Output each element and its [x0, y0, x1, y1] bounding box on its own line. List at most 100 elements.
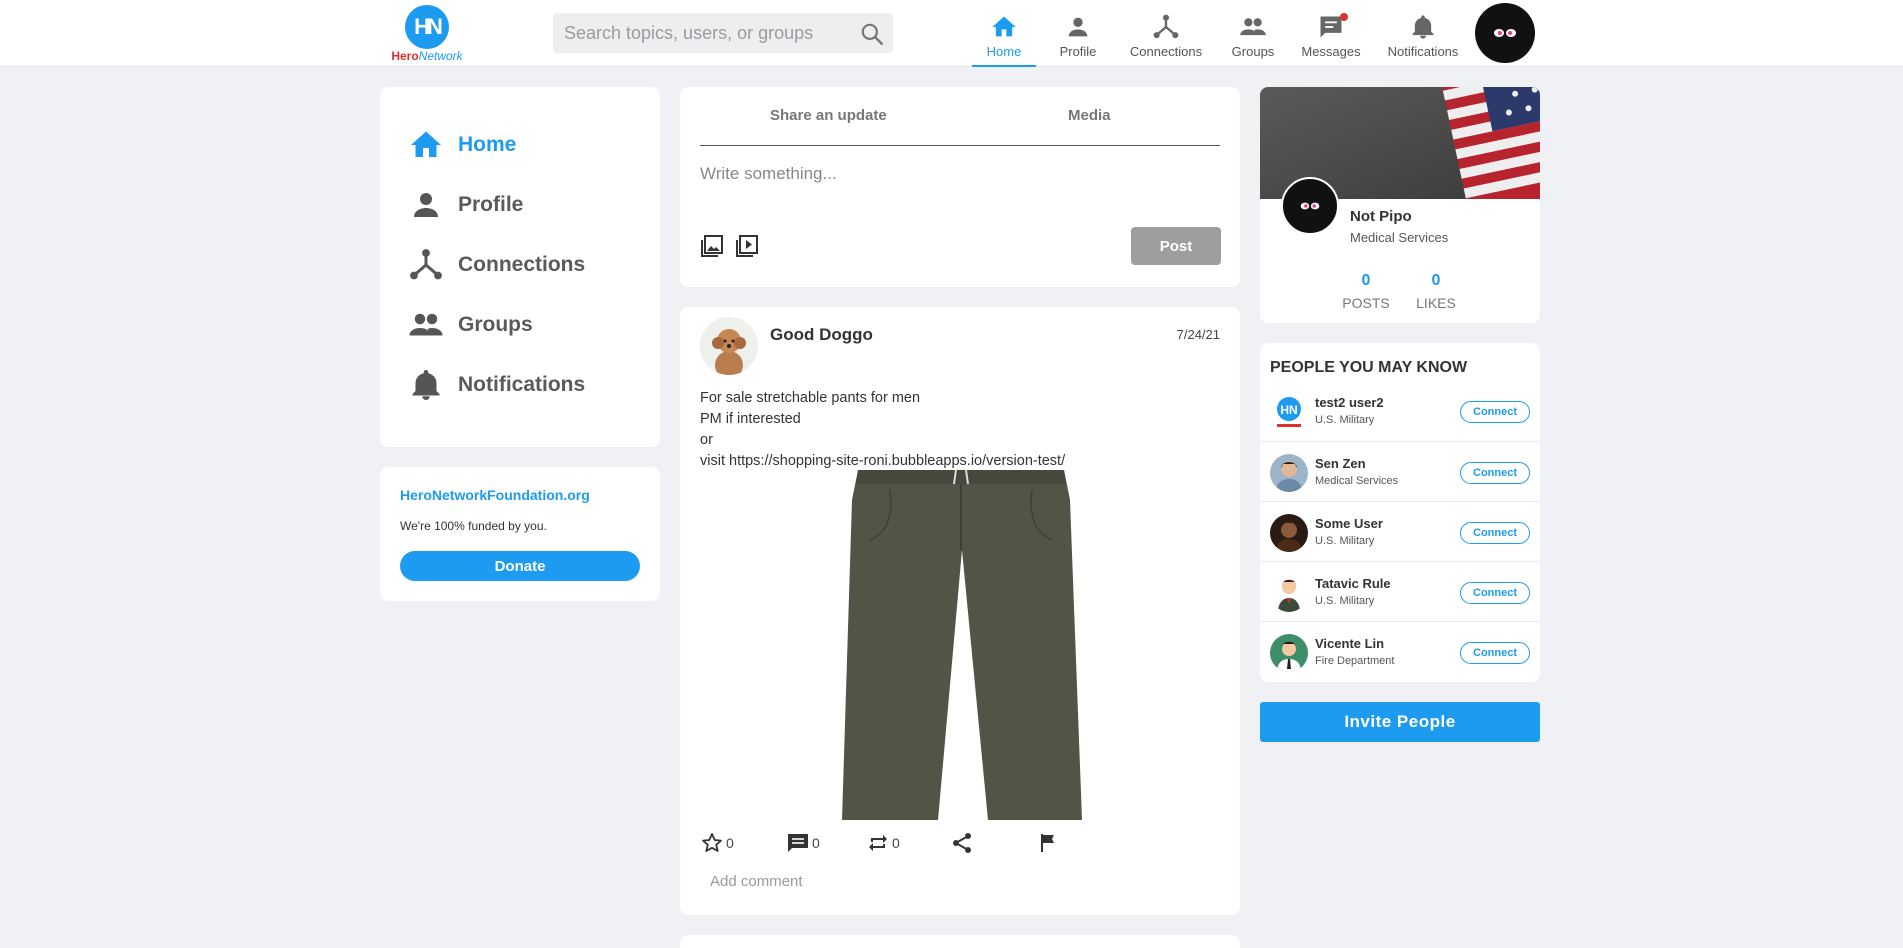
connections-icon — [410, 249, 442, 280]
avatar[interactable] — [1270, 514, 1308, 552]
list-item: Vicente Lin Fire Department Connect — [1260, 621, 1540, 681]
person-name[interactable]: Sen Zen — [1315, 456, 1366, 471]
connect-button[interactable]: Connect — [1460, 462, 1530, 484]
comment-action[interactable]: 0 — [786, 830, 820, 856]
user-avatar[interactable] — [1475, 3, 1535, 63]
list-item: Tatavic Rule U.S. Military Connect — [1260, 561, 1540, 621]
sidebar-menu: Home Profile Connections Groups Notifica… — [380, 87, 660, 447]
post-image-pants[interactable] — [830, 470, 1092, 820]
avatar[interactable] — [1270, 634, 1308, 672]
add-video-icon[interactable] — [735, 234, 759, 258]
avatar[interactable] — [1270, 454, 1308, 492]
connect-button[interactable]: Connect — [1460, 401, 1530, 423]
top-bar: HN HeroNetwork Home Profile Connections … — [0, 0, 1903, 67]
sidebar-item-connections[interactable]: Connections — [408, 243, 585, 287]
topnav-notifications[interactable]: Notifications — [1382, 0, 1464, 67]
person-icon — [1068, 17, 1088, 37]
topnav-messages[interactable]: Messages — [1298, 0, 1364, 67]
sidebar-item-notifications[interactable]: Notifications — [408, 363, 585, 407]
person-name[interactable]: Vicente Lin — [1315, 636, 1384, 651]
logo-wordmark: HeroNetwork — [391, 49, 463, 63]
flag-icon[interactable] — [1036, 830, 1060, 856]
heronetwork-logo-avatar: HN — [1270, 393, 1308, 431]
pymk-title: PEOPLE YOU MAY KNOW — [1270, 359, 1468, 376]
connect-button[interactable]: Connect — [1460, 522, 1530, 544]
person-name[interactable]: Tatavic Rule — [1315, 576, 1391, 591]
composer-input[interactable] — [700, 159, 1200, 189]
person-role: U.S. Military — [1315, 414, 1375, 426]
likes-count: 0 — [1431, 272, 1441, 289]
svg-text:HN: HN — [1280, 403, 1297, 417]
message-notification-dot — [1340, 13, 1348, 21]
profile-avatar[interactable] — [1281, 177, 1339, 235]
post-author-avatar[interactable] — [700, 317, 758, 375]
person-photo-avatar — [1270, 454, 1308, 492]
tab-media[interactable]: Media — [1068, 107, 1111, 124]
person-name[interactable]: test2 user2 — [1315, 395, 1384, 410]
likes-label: LIKES — [1416, 295, 1456, 311]
post-author-name[interactable]: Good Doggo — [770, 325, 873, 345]
share-icon[interactable] — [950, 830, 974, 856]
person-name[interactable]: Some User — [1315, 516, 1383, 531]
person-role: Fire Department — [1315, 655, 1395, 667]
groups-icon — [1240, 18, 1266, 36]
add-image-icon[interactable] — [700, 234, 724, 258]
person-role: U.S. Military — [1315, 595, 1375, 607]
post-button[interactable]: Post — [1131, 227, 1221, 265]
add-comment-input[interactable] — [710, 873, 1010, 890]
repost-count: 0 — [892, 835, 900, 851]
search-input[interactable] — [553, 13, 843, 53]
topnav-groups[interactable]: Groups — [1226, 0, 1280, 67]
invite-people-button[interactable]: Invite People — [1260, 702, 1540, 742]
cartoon-person-avatar — [1270, 574, 1308, 612]
person-role: U.S. Military — [1315, 535, 1375, 547]
comment-icon — [788, 834, 808, 852]
search-bar — [553, 13, 893, 53]
sidebar-item-home[interactable]: Home — [408, 123, 516, 167]
sidebar-item-profile[interactable]: Profile — [408, 183, 523, 227]
repost-action[interactable]: 0 — [866, 830, 900, 856]
connections-icon — [1153, 14, 1179, 39]
home-icon — [992, 16, 1016, 37]
avatar[interactable] — [1270, 574, 1308, 612]
connect-button[interactable]: Connect — [1460, 582, 1530, 604]
foundation-card: HeroNetworkFoundation.org We're 100% fun… — [380, 467, 660, 601]
topnav-profile[interactable]: Profile — [1048, 0, 1108, 67]
post-date: 7/24/21 — [1176, 327, 1220, 342]
list-item: Some User U.S. Military Connect — [1260, 501, 1540, 561]
post-composer: Share an update Media Post — [680, 87, 1240, 287]
repost-icon — [869, 835, 887, 851]
heronetwork-logo[interactable]: HN HeroNetwork — [385, 5, 469, 63]
composer-divider — [700, 145, 1220, 146]
star-count: 0 — [726, 835, 734, 851]
person-role: Medical Services — [1315, 475, 1399, 487]
list-item: Sen Zen Medical Services Connect — [1260, 441, 1540, 501]
post-body: For sale stretchable pants for men PM if… — [700, 390, 1066, 469]
star-action[interactable]: 0 — [700, 830, 734, 856]
home-icon — [411, 131, 441, 157]
foundation-link[interactable]: HeroNetworkFoundation.org — [400, 487, 590, 503]
topnav-home[interactable]: Home — [972, 0, 1036, 67]
list-item: HN test2 user2 U.S. Military Connect — [1260, 381, 1540, 441]
logo-mark: HN — [405, 5, 449, 49]
topnav-connections[interactable]: Connections — [1124, 0, 1208, 67]
profile-role: Medical Services — [1350, 230, 1449, 245]
dog-avatar-image — [700, 317, 758, 375]
groups-icon — [409, 313, 443, 336]
donate-button[interactable]: Donate — [400, 551, 640, 581]
avatar[interactable]: HN — [1270, 393, 1308, 431]
bell-icon — [1412, 15, 1434, 39]
foundation-text: We're 100% funded by you. — [400, 519, 547, 533]
sidebar-item-groups[interactable]: Groups — [408, 303, 533, 347]
feed-post: Good Doggo 7/24/21 For sale stretchable … — [680, 307, 1240, 915]
tab-share-update[interactable]: Share an update — [770, 107, 887, 124]
connect-button[interactable]: Connect — [1460, 642, 1530, 664]
person-photo-avatar — [1270, 514, 1308, 552]
cartoon-person-avatar — [1270, 634, 1308, 672]
avatar-mask-icon — [1300, 202, 1320, 210]
search-icon[interactable] — [859, 21, 885, 47]
comment-count: 0 — [812, 835, 820, 851]
person-icon — [414, 193, 438, 217]
avatar-mask-icon — [1494, 29, 1516, 37]
profile-name[interactable]: Not Pipo — [1350, 208, 1412, 225]
